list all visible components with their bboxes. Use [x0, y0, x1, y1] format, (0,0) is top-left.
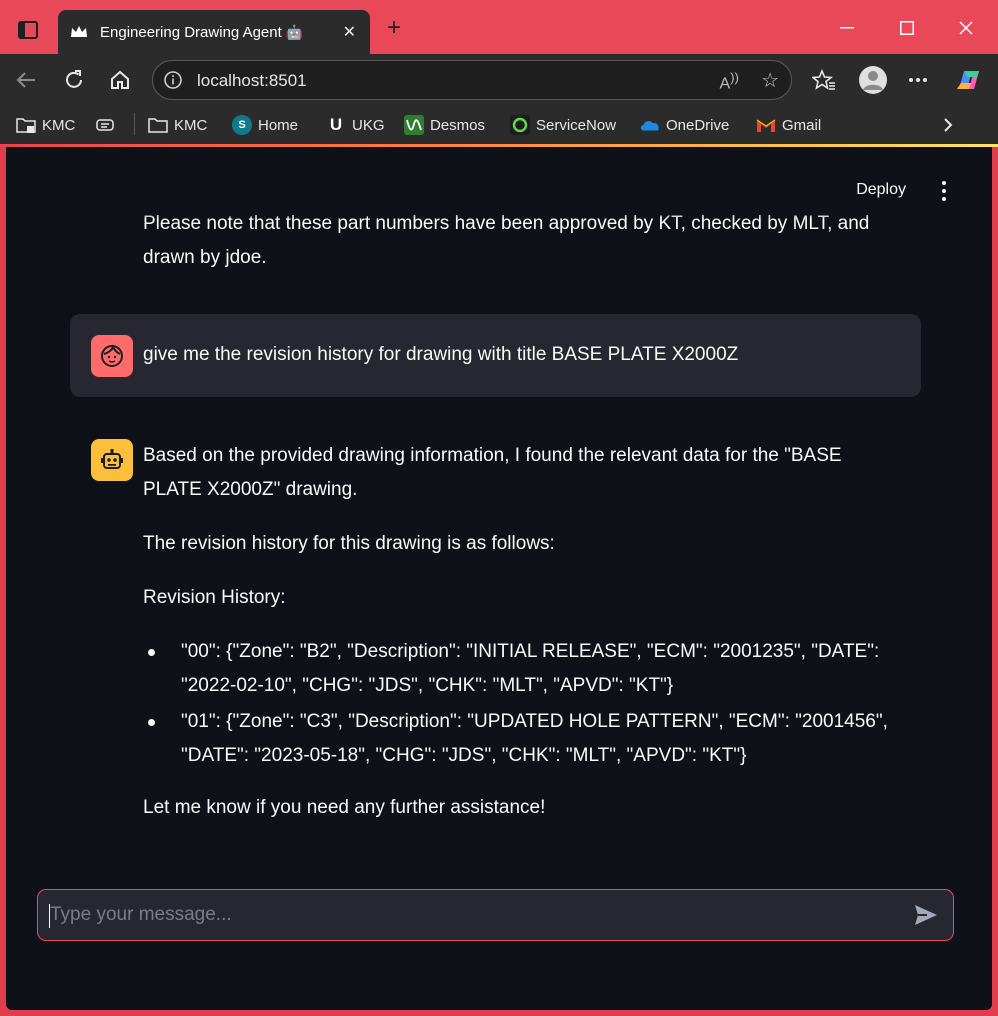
collections-icon [96, 115, 116, 135]
close-window-button[interactable] [951, 14, 981, 42]
bookmark-servicenow[interactable]: ServiceNow [510, 114, 616, 136]
user-message-text: give me the revision history for drawing… [143, 344, 739, 365]
bookmark-onedrive[interactable]: OneDrive [640, 114, 729, 136]
assistant-intro: Based on the provided drawing informatio… [143, 445, 842, 500]
list-item: "01": {"Zone": "C3", "Description": "UPD… [143, 705, 903, 773]
back-arrow-icon[interactable] [12, 66, 40, 94]
url-text[interactable]: localhost:8501 [197, 71, 307, 91]
servicenow-icon [510, 115, 530, 135]
robot-emoji-icon: 🤖 [285, 23, 304, 40]
more-options-icon[interactable] [904, 66, 932, 94]
browser-toolbar: localhost:8501 A)) ☆ [0, 54, 998, 106]
minimize-button[interactable] [832, 14, 862, 42]
bookmark-gmail[interactable]: Gmail [756, 114, 821, 136]
favorite-star-icon[interactable]: ☆ [761, 68, 779, 93]
assistant-message: Based on the provided drawing informatio… [143, 439, 903, 845]
bookmark-desmos[interactable]: Desmos [404, 114, 485, 136]
revision-list: "00": {"Zone": "B2", "Description": "INI… [143, 635, 903, 773]
tab-actions-icon[interactable] [12, 16, 44, 44]
user-avatar-icon [91, 335, 133, 377]
header-fade [6, 147, 992, 219]
onedrive-icon [640, 115, 660, 135]
bookmark-collections[interactable] [96, 114, 122, 136]
revision-history-heading: Revision History: [143, 587, 286, 608]
bookmark-divider [134, 113, 135, 135]
send-icon[interactable] [913, 903, 939, 927]
address-bar[interactable]: localhost:8501 A)) ☆ [152, 60, 792, 100]
browser-tab[interactable]: Engineering Drawing Agent 🤖 ✕ [58, 10, 370, 54]
assistant-line: The revision history for this drawing is… [143, 533, 555, 554]
bookmarks-overflow-chevron-icon[interactable] [942, 114, 954, 136]
copilot-icon[interactable] [952, 64, 984, 96]
desmos-icon [404, 115, 424, 135]
read-aloud-icon[interactable]: A)) [719, 70, 739, 93]
bookmark-folder-kmc-managed[interactable]: KMC [16, 114, 75, 136]
tab-title: Engineering Drawing Agent [100, 23, 282, 41]
bookmark-folder-kmc[interactable]: KMC [148, 114, 207, 136]
assistant-avatar-icon [91, 439, 133, 481]
gmail-icon [756, 115, 776, 135]
deploy-button[interactable]: Deploy [856, 181, 906, 199]
site-info-icon[interactable] [163, 70, 183, 90]
folder-icon [148, 115, 168, 135]
new-tab-button[interactable]: + [380, 14, 408, 42]
user-message: give me the revision history for drawing… [70, 314, 921, 397]
title-bar: Engineering Drawing Agent 🤖 ✕ + [0, 0, 998, 58]
main-menu-icon[interactable] [934, 179, 954, 203]
bookmark-ukg[interactable]: U UKG [326, 114, 385, 136]
chat-input-box[interactable] [37, 889, 954, 941]
maximize-button[interactable] [892, 14, 922, 42]
refresh-icon[interactable] [60, 66, 88, 94]
favorites-icon[interactable] [810, 66, 838, 94]
folder-icon [16, 115, 36, 135]
list-item: "00": {"Zone": "B2", "Description": "INI… [143, 635, 903, 703]
home-icon[interactable] [106, 66, 134, 94]
assistant-closing: Let me know if you need any further assi… [143, 797, 546, 818]
sharepoint-icon: S [232, 115, 252, 135]
bookmark-home[interactable]: S Home [232, 114, 298, 136]
close-tab-icon[interactable]: ✕ [343, 22, 356, 42]
ukg-icon: U [329, 115, 343, 134]
streamlit-crown-icon [70, 23, 88, 41]
profile-avatar[interactable] [857, 64, 889, 96]
bookmarks-bar: KMC KMC S Home U UKG Desmos ServiceNow O… [0, 106, 998, 146]
message-input[interactable] [50, 900, 890, 930]
chat-app: Deploy Please note that these part numbe… [6, 147, 992, 1010]
text-caret [49, 904, 50, 928]
